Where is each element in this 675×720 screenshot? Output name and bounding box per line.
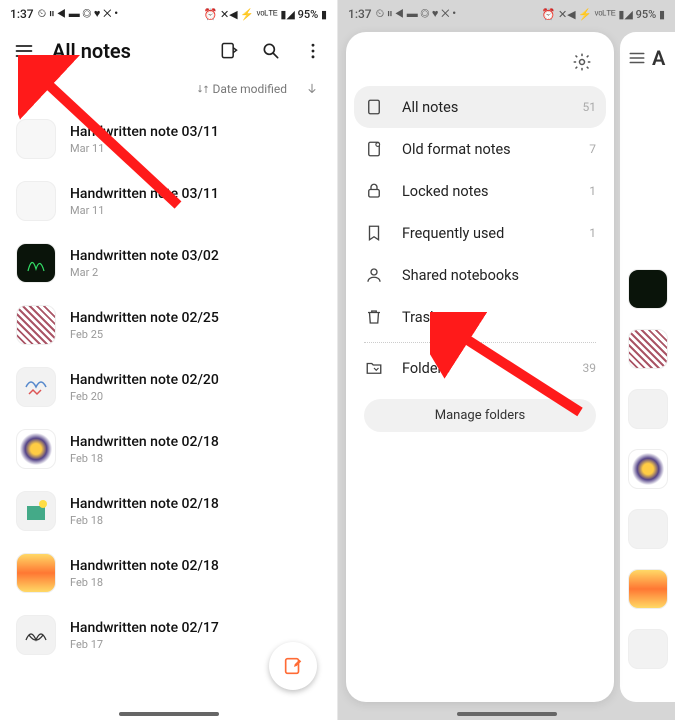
status-left-icons: ⏲ ⏸ ◀ ▬ ◎ ♥ ✕ • (376, 7, 456, 21)
note-item[interactable]: Handwritten note 03/11 Mar 11 (0, 108, 337, 170)
note-item[interactable]: Handwritten note 02/25 Feb 25 (0, 294, 337, 356)
drawer-item-shared[interactable]: Shared notebooks (346, 254, 614, 296)
drawer-item-trash[interactable]: Trash (346, 296, 614, 338)
note-date: Mar 11 (70, 204, 219, 217)
status-bar: 1:37 ⏲ ⏸ ◀ ▬ ◎ ♥ ✕ • ⏰ ✕◀ ⚡ ᵛᵒᴸᵀᴱ ▮◢ 95%… (0, 0, 337, 28)
page-title: All notes (52, 39, 201, 63)
note-thumbnail (16, 119, 56, 159)
phone-left: 1:37 ⏲ ⏸ ◀ ▬ ◎ ♥ ✕ • ⏰ ✕◀ ⚡ ᵛᵒᴸᵀᴱ ▮◢ 95%… (0, 0, 337, 720)
note-date: Feb 18 (70, 576, 219, 589)
note-thumbnail (16, 491, 56, 531)
note-thumbnail (16, 553, 56, 593)
drawer-item-locked[interactable]: Locked notes 1 (346, 170, 614, 212)
note-item[interactable]: Handwritten note 02/20 Feb 20 (0, 356, 337, 418)
note-title: Handwritten note 02/18 (70, 496, 219, 512)
note-title: Handwritten note 02/25 (70, 310, 219, 326)
note-item[interactable]: Handwritten note 02/18 Feb 18 (0, 418, 337, 480)
app-peek: A (620, 32, 675, 702)
note-title: Handwritten note 02/18 (70, 558, 219, 574)
peek-title: A (652, 46, 665, 70)
settings-icon[interactable] (568, 48, 596, 76)
drawer-item-old-format[interactable]: Old format notes 7 (346, 128, 614, 170)
note-date: Mar 11 (70, 142, 219, 155)
hamburger-icon[interactable] (10, 37, 38, 65)
drawer-label: Locked notes (402, 183, 571, 200)
drawer-count: 39 (583, 361, 597, 375)
note-item[interactable]: Handwritten note 02/18 Feb 18 (0, 480, 337, 542)
nav-drawer: All notes 51 Old format notes 7 Locked n… (346, 32, 614, 702)
note-title: Handwritten note 03/02 (70, 248, 219, 264)
note-date: Feb 18 (70, 514, 219, 527)
drawer-item-frequently-used[interactable]: Frequently used 1 (346, 212, 614, 254)
sort-direction-icon[interactable] (305, 82, 319, 96)
lock-icon (364, 182, 384, 200)
note-date: Mar 2 (70, 266, 219, 279)
manage-folders-label: Manage folders (435, 408, 526, 423)
notes-list: Handwritten note 03/11 Mar 11 Handwritte… (0, 104, 337, 670)
nav-handle[interactable] (119, 712, 219, 716)
drawer-item-all-notes[interactable]: All notes 51 (354, 86, 606, 128)
folders-icon (364, 359, 384, 377)
drawer-label: All notes (402, 99, 565, 116)
note-date: Feb 17 (70, 638, 219, 651)
note-icon (364, 98, 384, 116)
note-date: Feb 20 (70, 390, 219, 403)
note-item[interactable]: Handwritten note 03/02 Mar 2 (0, 232, 337, 294)
drawer-label: Shared notebooks (402, 267, 578, 284)
drawer-count: 7 (589, 142, 596, 156)
note-title: Handwritten note 02/18 (70, 434, 219, 450)
bookmark-icon (364, 224, 384, 242)
status-bar: 1:37 ⏲ ⏸ ◀ ▬ ◎ ♥ ✕ • ⏰ ✕◀ ⚡ ᵛᵒᴸᵀᴱ ▮◢ 95%… (338, 0, 675, 28)
status-time: 1:37 (348, 7, 372, 21)
status-time: 1:37 (10, 7, 34, 21)
status-right-icons: ⏰ ✕◀ ⚡ ᵛᵒᴸᵀᴱ ▮◢ 95% ▮ (542, 8, 665, 21)
drawer-label: Old format notes (402, 141, 571, 158)
more-icon[interactable] (299, 37, 327, 65)
note-thumbnail (16, 305, 56, 345)
drawer-item-folders[interactable]: Folders 39 (346, 347, 614, 389)
note-thumbnail (16, 615, 56, 655)
new-note-fab[interactable] (269, 642, 317, 690)
note-thumbnail (16, 243, 56, 283)
drawer-count: 1 (589, 184, 596, 198)
note-item[interactable]: Handwritten note 02/18 Feb 18 (0, 542, 337, 604)
note-thumbnail (16, 429, 56, 469)
pdf-import-icon[interactable] (215, 37, 243, 65)
sort-bar: Date modified (0, 74, 337, 104)
drawer-label: Trash (402, 309, 578, 326)
note-title: Handwritten note 02/20 (70, 372, 219, 388)
note-title: Handwritten note 03/11 (70, 186, 219, 202)
drawer-label: Frequently used (402, 225, 571, 242)
nav-handle[interactable] (457, 712, 557, 716)
old-format-icon (364, 140, 384, 158)
note-date: Feb 18 (70, 452, 219, 465)
person-icon (364, 266, 384, 284)
note-date: Feb 25 (70, 328, 219, 341)
status-right-icons: ⏰ ✕◀ ⚡ ᵛᵒᴸᵀᴱ ▮◢ 95% ▮ (204, 8, 327, 21)
note-item[interactable]: Handwritten note 03/11 Mar 11 (0, 170, 337, 232)
topbar: All notes (0, 28, 337, 74)
drawer-count: 51 (583, 100, 597, 114)
manage-folders-button[interactable]: Manage folders (364, 399, 596, 432)
phone-right: 1:37 ⏲ ⏸ ◀ ▬ ◎ ♥ ✕ • ⏰ ✕◀ ⚡ ᵛᵒᴸᵀᴱ ▮◢ 95%… (338, 0, 675, 720)
note-thumbnail (16, 367, 56, 407)
note-thumbnail (16, 181, 56, 221)
trash-icon (364, 308, 384, 326)
drawer-count: 1 (589, 226, 596, 240)
sort-button[interactable]: Date modified (197, 82, 287, 96)
note-title: Handwritten note 02/17 (70, 620, 219, 636)
status-left-icons: ⏲ ⏸ ◀ ▬ ◎ ♥ ✕ • (38, 7, 118, 21)
drawer-label: Folders (402, 360, 565, 377)
search-icon[interactable] (257, 37, 285, 65)
note-title: Handwritten note 03/11 (70, 124, 219, 140)
divider (364, 342, 596, 343)
sort-label: Date modified (212, 82, 287, 96)
